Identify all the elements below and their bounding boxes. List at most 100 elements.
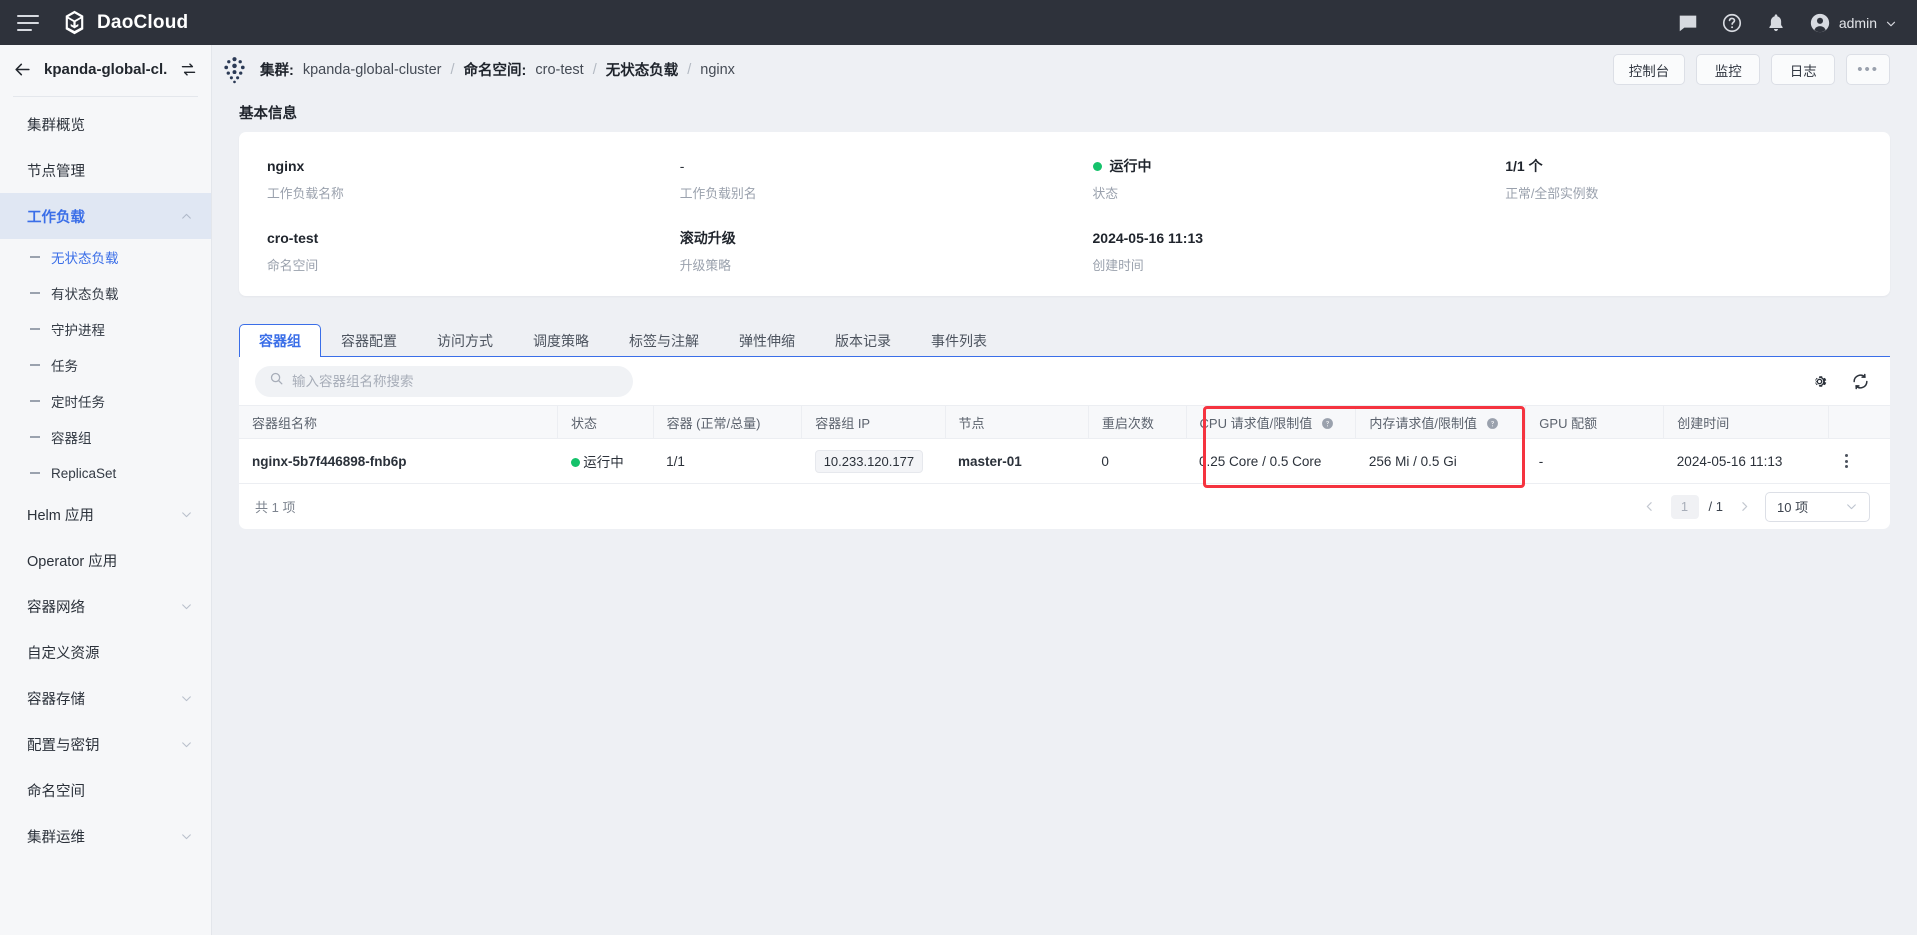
tab-scheduling-policy[interactable]: 调度策略 — [513, 324, 609, 357]
info-value: nginx — [267, 156, 652, 176]
sidebar-item-daemonsets[interactable]: 守护进程 — [0, 311, 211, 347]
breadcrumb-cluster-value[interactable]: kpanda-global-cluster — [303, 62, 442, 78]
tab-labels-annotations[interactable]: 标签与注解 — [609, 324, 719, 357]
column-header-cpu[interactable]: CPU 请求值/限制值 — [1186, 406, 1356, 439]
chevron-right-icon[interactable] — [1733, 496, 1755, 518]
info-cell-empty — [1477, 228, 1890, 274]
column-header-gpu[interactable]: GPU 配额 — [1526, 406, 1664, 439]
user-menu[interactable]: admin — [1809, 12, 1897, 34]
sidebar-item-operator-apps[interactable]: Operator 应用 — [0, 537, 211, 583]
page-number-input[interactable]: 1 — [1671, 495, 1699, 519]
sidebar-cluster-header[interactable]: kpanda-global-cl... — [0, 45, 211, 93]
sidebar-subitem-label: 有状态负载 — [51, 283, 119, 303]
sidebar-item-label: 自定义资源 — [27, 642, 193, 663]
sidebar-item-namespaces[interactable]: 命名空间 — [0, 767, 211, 813]
kebab-menu-icon[interactable] — [1841, 454, 1890, 468]
gear-icon[interactable] — [1810, 372, 1829, 391]
info-label: 正常/全部实例数 — [1505, 183, 1890, 202]
help-icon[interactable] — [1321, 417, 1334, 430]
sidebar-item-configmaps-secrets[interactable]: 配置与密钥 — [0, 721, 211, 767]
chevron-left-icon[interactable] — [1639, 496, 1661, 518]
search-box[interactable] — [255, 366, 633, 397]
info-cell-upgrade-strategy: 滚动升级 升级策略 — [652, 228, 1065, 274]
hamburger-icon[interactable] — [17, 15, 39, 31]
tab-pods[interactable]: 容器组 — [239, 324, 321, 357]
page-size-select[interactable]: 10 项 — [1765, 492, 1870, 522]
page-total-label: / 1 — [1709, 499, 1723, 514]
sidebar-item-node-management[interactable]: 节点管理 — [0, 147, 211, 193]
sidebar-item-label: 集群运维 — [27, 826, 180, 847]
cell-node[interactable]: master-01 — [945, 439, 1088, 484]
info-cell-workload-name: nginx 工作负载名称 — [239, 156, 652, 202]
refresh-icon[interactable] — [1851, 372, 1870, 391]
cell-status-text: 运行中 — [583, 455, 624, 470]
breadcrumb-cluster-label: 集群: — [260, 59, 294, 80]
tab-container-config[interactable]: 容器配置 — [321, 324, 417, 357]
bell-icon[interactable] — [1765, 12, 1787, 34]
tab-revision-history[interactable]: 版本记录 — [815, 324, 911, 357]
message-icon[interactable] — [1677, 12, 1699, 34]
column-header-containers[interactable]: 容器 (正常/总量) — [653, 406, 802, 439]
sidebar-item-helm-apps[interactable]: Helm 应用 — [0, 491, 211, 537]
tab-list: 容器组 容器配置 访问方式 调度策略 标签与注解 弹性伸缩 版本记录 事件列表 — [239, 324, 1890, 357]
cluster-dots-icon — [220, 55, 249, 84]
sidebar-item-statefulsets[interactable]: 有状态负载 — [0, 275, 211, 311]
breadcrumb-namespace-value[interactable]: cro-test — [535, 62, 583, 78]
chevron-down-icon — [180, 830, 193, 843]
column-header-status[interactable]: 状态 — [558, 406, 654, 439]
column-header-created[interactable]: 创建时间 — [1664, 406, 1829, 439]
breadcrumb-workload-type[interactable]: 无状态负载 — [606, 59, 679, 80]
more-actions-button[interactable]: ••• — [1846, 54, 1890, 85]
topbar-actions: admin — [1677, 12, 1917, 34]
pagination: 1 / 1 10 项 — [1639, 492, 1870, 522]
column-header-node[interactable]: 节点 — [945, 406, 1088, 439]
sidebar-item-container-network[interactable]: 容器网络 — [0, 583, 211, 629]
chevron-down-icon — [180, 508, 193, 521]
avatar — [1809, 12, 1831, 34]
table-tool-icons — [1810, 372, 1870, 391]
breadcrumb-separator: / — [593, 62, 597, 78]
cell-memory: 256 Mi / 0.5 Gi — [1356, 439, 1526, 484]
console-button[interactable]: 控制台 — [1613, 54, 1686, 85]
info-value: - — [680, 156, 1065, 176]
sidebar-item-custom-resources[interactable]: 自定义资源 — [0, 629, 211, 675]
column-header-memory[interactable]: 内存请求值/限制值 — [1356, 406, 1526, 439]
cell-actions — [1828, 439, 1890, 484]
column-header-restarts[interactable]: 重启次数 — [1088, 406, 1186, 439]
tab-access-mode[interactable]: 访问方式 — [417, 324, 513, 357]
sidebar-item-pods[interactable]: 容器组 — [0, 419, 211, 455]
sidebar-item-workloads[interactable]: 工作负载 — [0, 193, 211, 239]
table-row[interactable]: nginx-5b7f446898-fnb6p 运行中 1/1 10.233.12… — [239, 439, 1890, 484]
user-name: admin — [1839, 15, 1877, 31]
chevron-down-icon — [1885, 17, 1897, 29]
brand-logo-link[interactable]: DaoCloud — [61, 9, 188, 36]
ip-chip[interactable]: 10.233.120.177 — [815, 450, 923, 473]
back-arrow-icon[interactable] — [13, 60, 32, 79]
sidebar-item-replicasets[interactable]: ReplicaSet — [0, 455, 211, 491]
column-header-pod-name[interactable]: 容器组名称 — [239, 406, 558, 439]
help-icon[interactable] — [1721, 12, 1743, 34]
cell-created: 2024-05-16 11:13 — [1664, 439, 1829, 484]
search-input[interactable] — [292, 374, 619, 389]
tab-autoscaling[interactable]: 弹性伸缩 — [719, 324, 815, 357]
sidebar-item-label: 配置与密钥 — [27, 734, 180, 755]
sidebar-item-container-storage[interactable]: 容器存储 — [0, 675, 211, 721]
page-header-actions: 控制台 监控 日志 ••• — [1613, 54, 1890, 85]
tab-event-list[interactable]: 事件列表 — [911, 324, 1007, 357]
sidebar-item-label: 容器网络 — [27, 596, 180, 617]
sidebar-item-jobs[interactable]: 任务 — [0, 347, 211, 383]
sidebar-item-cluster-overview[interactable]: 集群概览 — [0, 101, 211, 147]
sidebar-item-cronjobs[interactable]: 定时任务 — [0, 383, 211, 419]
column-header-pod-ip[interactable]: 容器组 IP — [802, 406, 945, 439]
monitor-button[interactable]: 监控 — [1696, 54, 1760, 85]
sidebar-item-cluster-ops[interactable]: 集群运维 — [0, 813, 211, 859]
switch-cluster-icon[interactable] — [180, 61, 197, 78]
sidebar-subitem-label: ReplicaSet — [51, 466, 116, 481]
daocloud-cube-icon — [61, 9, 88, 36]
help-icon[interactable] — [1486, 417, 1499, 430]
log-button[interactable]: 日志 — [1771, 54, 1835, 85]
sidebar-item-deployments[interactable]: 无状态负载 — [0, 239, 211, 275]
info-value: 1/1 个 — [1505, 156, 1890, 176]
info-label: 命名空间 — [267, 255, 652, 274]
cell-pod-name[interactable]: nginx-5b7f446898-fnb6p — [239, 439, 558, 484]
